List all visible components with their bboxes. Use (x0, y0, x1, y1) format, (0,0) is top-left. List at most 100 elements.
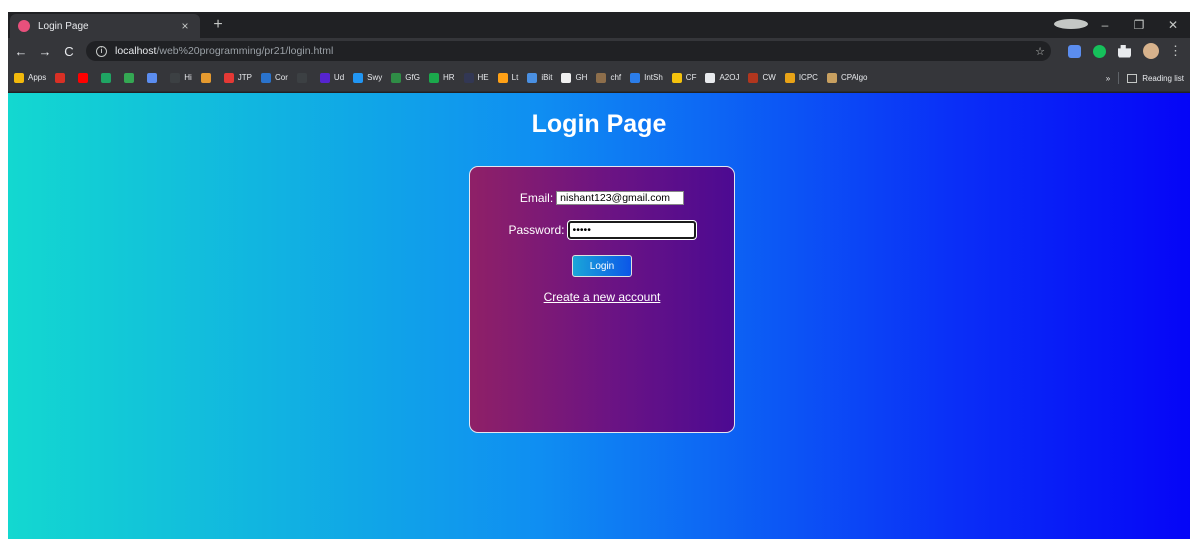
back-button[interactable]: ← (10, 44, 32, 59)
bookmark-item[interactable]: JTP (223, 72, 253, 83)
profile-avatar[interactable] (1143, 43, 1159, 59)
bookmark-item[interactable]: Hi (170, 72, 192, 83)
bookmark-item[interactable]: CW (748, 72, 776, 83)
bookmark-item[interactable] (147, 72, 161, 83)
bookmark-item[interactable] (200, 72, 215, 83)
bookmark-item[interactable]: iBit (527, 72, 553, 83)
bookmark-item[interactable]: HR (428, 72, 455, 83)
codeforces-icon (671, 72, 682, 83)
menu-icon[interactable]: ⋮ (1169, 43, 1182, 59)
browser-toolbar: ← → C i localhost/web%20programming/pr21… (8, 38, 1190, 64)
hackerrank-icon (428, 72, 439, 83)
bookmark-item[interactable]: chf (596, 72, 622, 83)
create-account-link[interactable]: Create a new account (544, 290, 661, 304)
bookmark-item[interactable]: Cor (261, 72, 288, 83)
gfg-icon (391, 72, 402, 83)
udemy-icon (319, 72, 330, 83)
bookmark-label: Lt (511, 73, 519, 82)
jtp-icon (223, 72, 234, 83)
bookmark-item[interactable]: Swy (353, 72, 383, 83)
favicon-icon (18, 20, 30, 32)
restore-button[interactable]: ❐ (1122, 18, 1156, 32)
bookmark-item[interactable]: GH (561, 72, 587, 83)
dots-icon (296, 72, 307, 83)
apps-grid-icon (14, 72, 24, 83)
bookmark-label: CW (762, 73, 776, 82)
interviewshuru-icon (630, 72, 641, 83)
bookmark-star-icon[interactable]: ☆ (1035, 45, 1045, 58)
bookmark-item[interactable] (55, 72, 69, 83)
bookmark-item[interactable]: Ud (319, 72, 344, 83)
grammarly-icon[interactable] (1093, 44, 1106, 58)
bookmark-item[interactable] (296, 72, 311, 83)
tab-strip: Login Page × + – ❐ ✕ (8, 12, 1190, 38)
bookmark-item[interactable]: Lt (497, 72, 519, 83)
bookmark-label: iBit (541, 73, 553, 82)
a2oj-icon (705, 72, 716, 83)
reload-button[interactable]: C (58, 44, 80, 59)
interviewbit-icon (527, 72, 538, 83)
login-card: Email: Password: Login Create a new acco… (469, 166, 735, 433)
bookmark-item[interactable] (78, 72, 92, 83)
swayam-icon (353, 72, 364, 83)
bookmark-item[interactable]: CPAlgo (826, 72, 867, 83)
login-button-row: Login (470, 255, 734, 277)
extensions-area: ⋮ (1062, 41, 1186, 61)
divider (1118, 72, 1120, 84)
bookmark-label: JTP (237, 73, 253, 82)
minimize-button[interactable]: – (1088, 18, 1122, 32)
bookmarks-bar: Apps Hi JTP Cor Ud Swy GfG HR HE Lt iBit GH chf IntSh… (8, 64, 1190, 92)
bookmark-item[interactable] (101, 72, 115, 83)
picture-icon (200, 72, 211, 83)
bookmark-label: IntSh (644, 73, 663, 82)
bookmark-item[interactable]: ICPC (784, 72, 818, 83)
hi-icon (170, 72, 181, 83)
password-input[interactable] (567, 221, 696, 239)
tab-close-icon[interactable]: × (178, 19, 192, 33)
bookmark-label: HE (477, 73, 489, 82)
bookmark-label: chf (610, 73, 622, 82)
bookmarks-right: » Reading list (1099, 64, 1184, 91)
bookmark-icon (147, 72, 158, 83)
gmail-icon (55, 72, 66, 83)
reading-list-button[interactable]: Reading list (1142, 74, 1184, 83)
bookmark-item[interactable]: IntSh (630, 72, 663, 83)
media-record-icon[interactable] (1054, 18, 1088, 32)
bookmark-item[interactable]: CF (671, 72, 697, 83)
email-input[interactable] (556, 191, 685, 205)
new-tab-button[interactable]: + (208, 15, 228, 35)
bookmark-label: Cor (275, 73, 288, 82)
bookmark-item[interactable]: GfG (391, 72, 420, 83)
window-controls: – ❐ ✕ (1054, 12, 1190, 38)
close-window-button[interactable]: ✕ (1156, 18, 1190, 32)
coursera-icon (261, 72, 272, 83)
bookmark-item[interactable]: A2OJ (705, 72, 740, 83)
address-bar[interactable]: i localhost/web%20programming/pr21/login… (86, 41, 1051, 61)
extension-icon[interactable] (1068, 44, 1081, 58)
forward-button[interactable]: → (34, 44, 56, 59)
page-content: Login Page Email: Password: Login Create… (8, 93, 1190, 539)
bookmark-label: A2OJ (719, 73, 740, 82)
reading-list-icon (1127, 73, 1138, 83)
bookmarks-overflow-button[interactable]: » (1106, 74, 1110, 83)
bookmark-label: Swy (367, 73, 383, 82)
bookmark-item[interactable]: HE (463, 72, 489, 83)
bookmark-item[interactable] (124, 72, 138, 83)
bookmark-item[interactable]: Apps (14, 72, 47, 83)
password-row: Password: (470, 221, 734, 239)
codewars-icon (748, 72, 759, 83)
bookmark-label: Apps (28, 73, 47, 82)
bookmark-label: CF (685, 73, 697, 82)
site-info-icon[interactable]: i (96, 45, 107, 57)
hackerearth-icon (463, 72, 474, 83)
leetcode-icon (497, 72, 508, 83)
bookmark-label: GfG (405, 73, 420, 82)
tab-login-page[interactable]: Login Page × (10, 14, 200, 38)
maps-icon (124, 72, 135, 83)
tab-title: Login Page (38, 20, 89, 32)
url-host: localhost (115, 45, 157, 57)
login-button[interactable]: Login (572, 255, 632, 277)
bookmark-label: ICPC (798, 73, 818, 82)
extensions-puzzle-icon[interactable] (1118, 44, 1131, 58)
icpc-icon (784, 72, 795, 83)
